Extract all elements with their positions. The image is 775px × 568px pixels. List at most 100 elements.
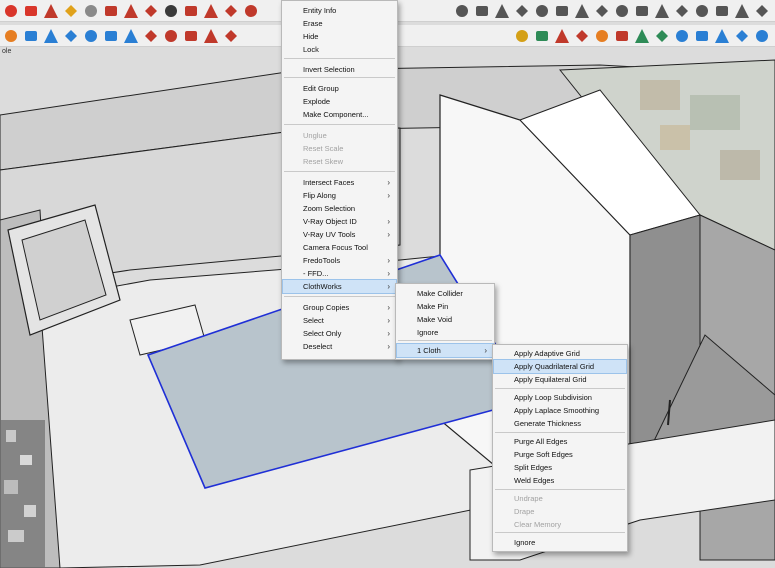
extension-f-icon[interactable]	[613, 27, 631, 45]
menu-item-make-pin[interactable]: Make Pin	[397, 300, 493, 313]
component-icon[interactable]	[202, 2, 220, 20]
menu-item-fredotools[interactable]: FredoTools ›	[283, 254, 396, 267]
view-right-icon[interactable]	[593, 2, 611, 20]
extension-g-icon[interactable]	[633, 27, 651, 45]
camera-icon[interactable]	[102, 27, 120, 45]
push-pull-icon[interactable]	[122, 2, 140, 20]
extension-k-icon[interactable]	[713, 27, 731, 45]
view-front-icon[interactable]	[573, 2, 591, 20]
fur-icon[interactable]	[202, 27, 220, 45]
section-plane-icon[interactable]	[493, 2, 511, 20]
orbit-icon[interactable]	[453, 2, 471, 20]
menu-item-entity-info[interactable]: Entity Info	[283, 4, 396, 17]
sphere-gray-icon[interactable]	[42, 27, 60, 45]
menu-separator	[495, 489, 625, 490]
extension-j-icon[interactable]	[693, 27, 711, 45]
menu-item-flip-along[interactable]: Flip Along ›	[283, 189, 396, 202]
menu-item-apply-equilateral-grid[interactable]: Apply Equilateral Grid	[494, 373, 626, 386]
vray-settings-icon[interactable]	[2, 27, 20, 45]
menu-item-label: Hide	[303, 32, 319, 41]
cloud-icon[interactable]	[473, 2, 491, 20]
menu-item-invert-selection[interactable]: Invert Selection	[283, 63, 396, 76]
extension-d-icon[interactable]	[573, 27, 591, 45]
menu-item-ffd[interactable]: - FFD... ›	[283, 267, 396, 280]
rotate-icon[interactable]	[22, 2, 40, 20]
menu-item-erase[interactable]: Erase	[283, 17, 396, 30]
menu-item-clothworks[interactable]: ClothWorks ›	[282, 279, 397, 294]
follow-me-icon[interactable]	[142, 2, 160, 20]
menu-item-make-collider[interactable]: Make Collider	[397, 287, 493, 300]
extension-i-icon[interactable]	[673, 27, 691, 45]
proxy-icon[interactable]	[122, 27, 140, 45]
mesh-light-icon[interactable]	[182, 27, 200, 45]
submenu-arrow-icon: ›	[387, 282, 390, 291]
submenu-arrow-icon: ›	[484, 346, 487, 355]
component-edit-icon[interactable]	[633, 2, 651, 20]
extension-h-icon[interactable]	[653, 27, 671, 45]
extension-a-icon[interactable]	[513, 27, 531, 45]
menu-item-select-only[interactable]: Select Only ›	[283, 327, 396, 340]
menu-item-make-component[interactable]: Make Component...	[283, 108, 396, 121]
menu-item-lock[interactable]: Lock	[283, 43, 396, 56]
scatter-icon[interactable]	[222, 27, 240, 45]
menu-item-1-cloth[interactable]: 1 Cloth ›	[396, 343, 494, 358]
clipper-icon[interactable]	[142, 27, 160, 45]
group-icon[interactable]	[613, 2, 631, 20]
menu-item-label: Lock	[303, 45, 319, 54]
monochrome-icon[interactable]	[753, 2, 771, 20]
menu-item-purge-soft-edges[interactable]: Purge Soft Edges	[494, 448, 626, 461]
menu-item-v-ray-object-id[interactable]: V-Ray Object ID ›	[283, 215, 396, 228]
textured-icon[interactable]	[733, 2, 751, 20]
sphere-dark-icon[interactable]	[62, 27, 80, 45]
sphere-blue-icon[interactable]	[22, 27, 40, 45]
menu-item-ignore[interactable]: Ignore	[494, 536, 626, 549]
hidden-line-icon[interactable]	[693, 2, 711, 20]
paint-bucket-icon[interactable]	[102, 2, 120, 20]
menu-item-make-void[interactable]: Make Void	[397, 313, 493, 326]
menu-item-split-edges[interactable]: Split Edges	[494, 461, 626, 474]
menu-item-edit-group[interactable]: Edit Group	[283, 82, 396, 95]
menu-item-weld-edges[interactable]: Weld Edges	[494, 474, 626, 487]
extension-m-icon[interactable]	[753, 27, 771, 45]
material-icon[interactable]	[222, 2, 240, 20]
menu-item-v-ray-uv-tools[interactable]: V-Ray UV Tools ›	[283, 228, 396, 241]
menu-item-label: Select	[303, 316, 324, 325]
menu-item-apply-loop-subdivision[interactable]: Apply Loop Subdivision	[494, 391, 626, 404]
text-icon[interactable]	[82, 2, 100, 20]
view-top-icon[interactable]	[553, 2, 571, 20]
shaded-icon[interactable]	[713, 2, 731, 20]
move-icon[interactable]	[2, 2, 20, 20]
menu-item-select[interactable]: Select ›	[283, 314, 396, 327]
section-fill-icon[interactable]	[513, 2, 531, 20]
menu-item-label: Edit Group	[303, 84, 339, 93]
menu-item-intersect-faces[interactable]: Intersect Faces ›	[283, 176, 396, 189]
extension-l-icon[interactable]	[733, 27, 751, 45]
xray-icon[interactable]	[653, 2, 671, 20]
view-iso-icon[interactable]	[533, 2, 551, 20]
menu-item-explode[interactable]: Explode	[283, 95, 396, 108]
menu-item-deselect[interactable]: Deselect ›	[283, 340, 396, 353]
menu-item-label: Make Component...	[303, 110, 369, 119]
menu-item-apply-quadrilateral-grid[interactable]: Apply Quadrilateral Grid	[493, 359, 627, 374]
extension-b-icon[interactable]	[533, 27, 551, 45]
extension-e-icon[interactable]	[593, 27, 611, 45]
menu-item-zoom-selection[interactable]: Zoom Selection	[283, 202, 396, 215]
menu-item-camera-focus-tool[interactable]: Camera Focus Tool	[283, 241, 396, 254]
wireframe-icon[interactable]	[673, 2, 691, 20]
light-icon[interactable]	[82, 27, 100, 45]
extension-icon[interactable]	[242, 2, 260, 20]
menu-item-ignore[interactable]: Ignore	[397, 326, 493, 339]
extension-c-icon[interactable]	[553, 27, 571, 45]
menu-item-hide[interactable]: Hide	[283, 30, 396, 43]
menu-item-label: Group Copies	[303, 303, 350, 312]
infinite-plane-icon[interactable]	[162, 27, 180, 45]
menu-item-apply-laplace-smoothing[interactable]: Apply Laplace Smoothing	[494, 404, 626, 417]
tape-measure-icon[interactable]	[62, 2, 80, 20]
menu-item-generate-thickness[interactable]: Generate Thickness	[494, 417, 626, 430]
scale-icon[interactable]	[42, 2, 60, 20]
zoom-icon[interactable]	[162, 2, 180, 20]
menu-item-apply-adaptive-grid[interactable]: Apply Adaptive Grid	[494, 347, 626, 360]
zoom-extents-icon[interactable]	[182, 2, 200, 20]
menu-item-group-copies[interactable]: Group Copies ›	[283, 301, 396, 314]
menu-item-purge-all-edges[interactable]: Purge All Edges	[494, 435, 626, 448]
